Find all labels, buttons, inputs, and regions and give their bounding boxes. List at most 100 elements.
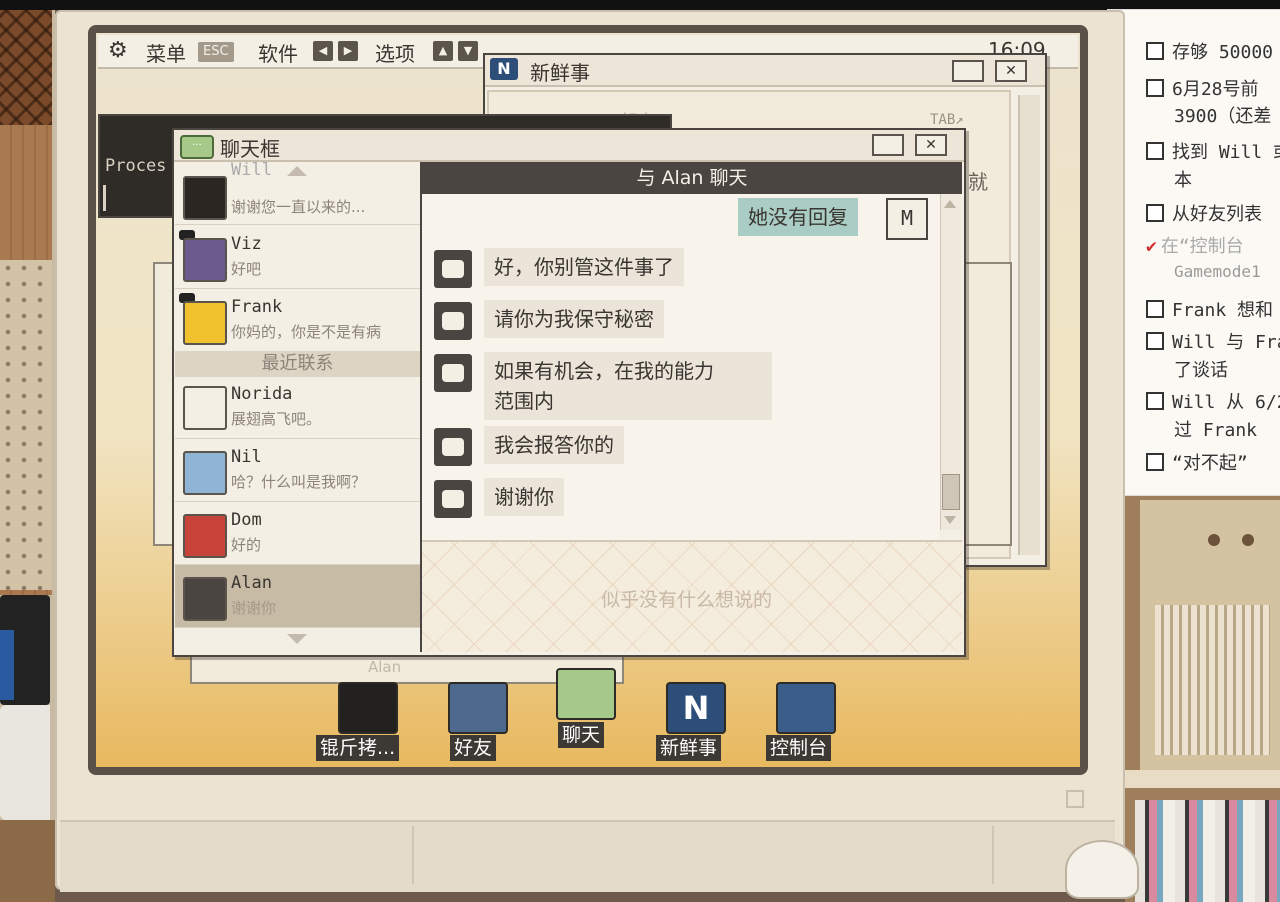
console-app-icon[interactable] (776, 682, 836, 734)
close-icon[interactable]: ✕ (915, 134, 947, 156)
arrow-left-icon[interactable]: ◀ (313, 41, 333, 61)
contact-item-frank[interactable]: Frank 你妈的，你是不是有病 (175, 289, 420, 352)
contact-item-norida[interactable]: Norida 展翅高飞吧。 (175, 376, 420, 439)
alan-avatar (434, 302, 472, 340)
right-cabinet (1155, 605, 1270, 755)
avatar (183, 386, 227, 430)
todo-item[interactable]: “对不起” (1146, 449, 1248, 475)
pegboard (0, 260, 52, 590)
contact-preview: 好的 (231, 536, 262, 554)
news-scrollbar[interactable] (1018, 95, 1040, 555)
contact-name: Frank (231, 297, 283, 317)
contact-name: Norida (231, 384, 293, 404)
arrow-down-icon[interactable]: ▼ (458, 41, 478, 61)
software-menu[interactable]: 软件 (258, 38, 298, 67)
scroll-up-icon[interactable] (944, 200, 956, 208)
tablet-screen (0, 630, 14, 700)
message-bubble: 请你为我保守秘密 (484, 300, 664, 338)
bookshelf (1135, 800, 1280, 902)
gear-icon[interactable]: ⚙ (108, 38, 128, 63)
contact-item-will[interactable]: Will 谢谢您一直以来的... (175, 160, 420, 225)
todo-item-continued: 了谈话 (1174, 360, 1228, 381)
todo-item-continued: 3900（还差 (1174, 106, 1272, 127)
chat-app-icon[interactable] (556, 668, 616, 720)
todo-item[interactable]: Will 从 6/20 (1146, 388, 1280, 414)
todo-item-continued: 本 (1174, 170, 1192, 191)
background-window[interactable] (960, 262, 1012, 546)
tab-hint: TAB↗ (930, 112, 964, 128)
avatar (183, 301, 227, 345)
arrow-up-icon[interactable]: ▲ (433, 41, 453, 61)
contact-item-nil[interactable]: Nil 哈？什么叫是我啊？ (175, 439, 420, 502)
todo-item[interactable]: 从好友列表 (1146, 200, 1262, 226)
checkbox-icon[interactable] (1146, 42, 1164, 60)
menu-button[interactable]: 菜单 (146, 38, 186, 67)
monitor-drawer (412, 826, 994, 884)
todo-item-continued: Gamemode1 (1174, 262, 1261, 281)
terminal-app-icon[interactable] (338, 682, 398, 734)
arrow-right-icon[interactable]: ▶ (338, 41, 358, 61)
contact-preview: 展翅高飞吧。 (231, 410, 322, 428)
message-bubble: 谢谢你 (484, 478, 564, 516)
railing-pattern (0, 10, 52, 125)
checkbox-icon[interactable] (1146, 332, 1164, 350)
todo-item[interactable]: Frank 想和 (1146, 296, 1273, 322)
checkbox-icon[interactable] (1146, 204, 1164, 222)
power-button[interactable] (1066, 790, 1084, 808)
todo-item[interactable]: 存够 50000 (1146, 38, 1273, 64)
todo-item[interactable]: 找到 Will 或 (1146, 138, 1280, 164)
chat-titlebar[interactable] (174, 130, 964, 162)
contact-name: Alan (231, 573, 272, 593)
close-icon[interactable]: ✕ (995, 60, 1027, 82)
wall-hook (1208, 534, 1220, 546)
alan-avatar (434, 250, 472, 288)
top-black-bar (0, 0, 1280, 10)
todo-item[interactable]: Will 与 Fran (1146, 328, 1280, 354)
news-app-icon[interactable]: N (666, 682, 726, 734)
chat-bubble-icon: ··· (180, 135, 214, 159)
maximize-button[interactable] (952, 60, 984, 82)
shelf (1125, 770, 1280, 788)
scroll-down-icon[interactable] (944, 516, 956, 524)
alan-avatar (434, 428, 472, 466)
checkbox-icon[interactable] (1146, 453, 1164, 471)
options-menu[interactable]: 选项 (375, 38, 415, 67)
checkmark-icon: ✔ (1146, 236, 1157, 257)
avatar (183, 514, 227, 558)
conversation-header: 与 Alan 聊天 (422, 162, 962, 194)
esc-key-badge: ESC (198, 42, 234, 62)
scroll-down-icon[interactable] (287, 634, 307, 644)
background-window-label: Alan (368, 658, 402, 676)
dock-label[interactable]: 新鲜事 (656, 735, 722, 761)
floor-left (0, 820, 55, 902)
avatar (183, 451, 227, 495)
todo-item-done[interactable]: ✔ 在“控制台 (1146, 232, 1244, 258)
checkbox-icon[interactable] (1146, 142, 1164, 160)
message-line: 如果有机会，在我的能力 (494, 359, 714, 383)
console-output: Proces (105, 156, 167, 176)
friends-app-icon[interactable] (448, 682, 508, 734)
dock-label[interactable]: 控制台 (766, 735, 832, 761)
dock-label[interactable]: 锟斤拷... (316, 735, 400, 761)
maximize-button[interactable] (872, 134, 904, 156)
alan-avatar (434, 354, 472, 392)
dock-label[interactable]: 好友 (450, 735, 497, 761)
self-message-bubble: 她没有回复 (738, 198, 858, 236)
avatar (183, 577, 227, 621)
scrollbar-thumb[interactable] (942, 474, 960, 510)
message-bubble: 我会报答你的 (484, 426, 624, 464)
avatar (183, 238, 227, 282)
contact-name: Dom (231, 510, 262, 530)
contact-item-alan[interactable]: Alan 谢谢你 (175, 565, 420, 628)
contact-item-viz[interactable]: Viz 好吧 (175, 226, 420, 289)
news-app-icon: N (490, 58, 518, 80)
checkbox-icon[interactable] (1146, 392, 1164, 410)
checkbox-icon[interactable] (1146, 79, 1164, 97)
contact-name: Will (231, 160, 272, 180)
dock-label[interactable]: 聊天 (558, 722, 605, 748)
contact-preview: 谢谢您一直以来的... (231, 198, 366, 216)
contact-preview: 哈？什么叫是我啊？ (231, 473, 367, 491)
checkbox-icon[interactable] (1146, 300, 1164, 318)
contact-item-dom[interactable]: Dom 好的 (175, 502, 420, 565)
todo-item[interactable]: 6月28号前 (1146, 75, 1259, 101)
